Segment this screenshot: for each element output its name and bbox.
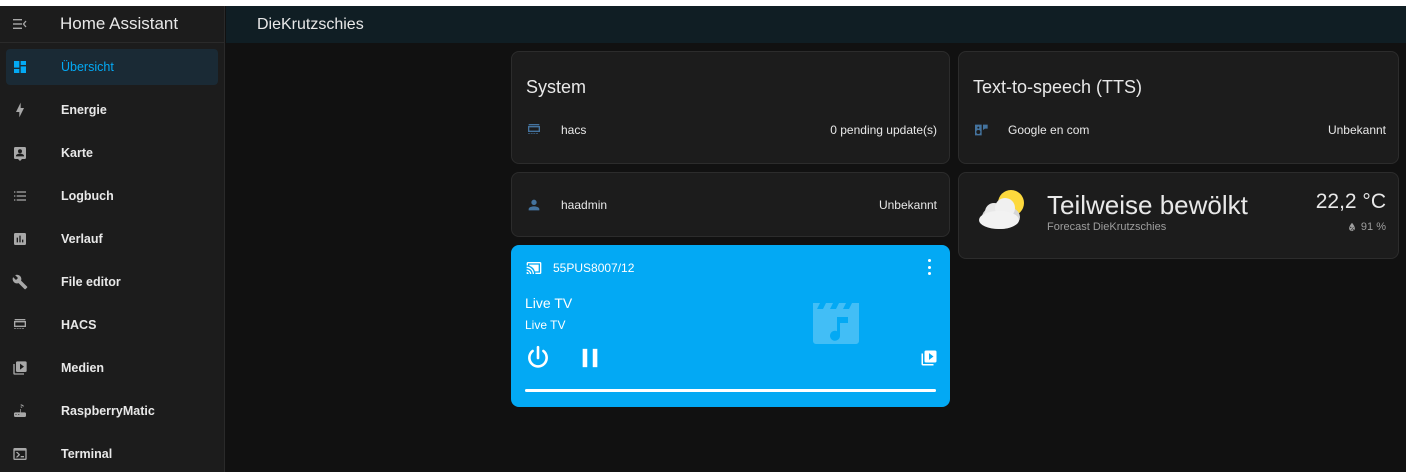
- sidebar-header: Home Assistant: [0, 6, 224, 43]
- history-chart-icon: [6, 221, 34, 257]
- app-title: Home Assistant: [60, 14, 179, 33]
- sidebar-item-label: Verlauf: [61, 232, 103, 246]
- router-icon: [6, 393, 34, 429]
- account-icon: [526, 197, 542, 213]
- console-icon: [6, 436, 34, 472]
- card-title: System: [526, 77, 587, 97]
- sidebar-item-hacs[interactable]: HACS: [6, 307, 218, 343]
- sidebar-item-label: Übersicht: [61, 60, 114, 74]
- wrench-icon: [6, 264, 34, 300]
- sidebar-item-file-editor[interactable]: File editor: [6, 264, 218, 300]
- map-icon: [6, 135, 34, 171]
- cast-icon: [525, 260, 543, 281]
- logbook-icon: [6, 178, 34, 214]
- more-options-icon[interactable]: [924, 259, 934, 275]
- weather-entity-name: Forecast DieKrutzschies: [1047, 221, 1167, 233]
- media-progress-bar[interactable]: [525, 389, 936, 392]
- speaker-message-icon: [973, 122, 989, 138]
- video-music-icon: [809, 297, 867, 345]
- entity-row-google-tts[interactable]: Google en com Unbekannt: [973, 122, 1386, 138]
- weather-condition: Teilweise bewölkt: [1047, 190, 1248, 220]
- sidebar-item-label: Logbuch: [61, 189, 114, 203]
- tts-card: Text-to-speech (TTS) Google en com Unbek…: [958, 51, 1399, 164]
- sidebar-item-label: Medien: [61, 361, 105, 375]
- entity-row-hacs[interactable]: hacs 0 pending update(s): [526, 122, 937, 138]
- sidebar-item-verlauf[interactable]: Verlauf: [6, 221, 218, 257]
- sidebar-item-label: File editor: [61, 275, 121, 289]
- entity-row-haadmin[interactable]: haadmin Unbekannt: [526, 197, 937, 213]
- media-play-box-icon: [6, 350, 34, 386]
- media-title: Live TV: [525, 295, 573, 311]
- media-control-card[interactable]: 55PUS8007/12 Live TV Live TV: [511, 245, 950, 407]
- card-title: Text-to-speech (TTS): [973, 77, 1143, 97]
- hacs-icon: [6, 307, 34, 343]
- media-progress-fill: [525, 389, 936, 392]
- entity-name: hacs: [561, 123, 587, 137]
- entity-state: Unbekannt: [1327, 123, 1386, 137]
- entity-state: Unbekannt: [878, 198, 937, 212]
- sidebar-item-karte[interactable]: Karte: [6, 135, 218, 171]
- dashboard-title: DieKrutzschies: [257, 15, 364, 33]
- lightning-icon: [6, 92, 34, 128]
- sidebar-item-terminal[interactable]: Terminal: [6, 436, 218, 472]
- entity-name: Google en com: [1008, 123, 1090, 137]
- entity-state: 0 pending update(s): [830, 123, 937, 137]
- sidebar-item-uebersicht[interactable]: Übersicht: [6, 49, 218, 85]
- sidebar-item-label: RaspberryMatic: [61, 404, 155, 418]
- humidity-value: 91 %: [1360, 221, 1386, 233]
- sidebar-item-label: Terminal: [61, 447, 113, 461]
- sidebar-item-medien[interactable]: Medien: [6, 350, 218, 386]
- system-card: System hacs 0 pending update(s): [511, 51, 950, 164]
- sidebar-item-label: Energie: [61, 103, 107, 117]
- partly-cloudy-icon: [977, 186, 1029, 232]
- hacs-icon: [526, 122, 542, 138]
- sidebar-item-logbuch[interactable]: Logbuch: [6, 178, 218, 214]
- media-browse-icon[interactable]: [920, 349, 938, 367]
- sidebar-item-energie[interactable]: Energie: [6, 92, 218, 128]
- media-device-name: 55PUS8007/12: [553, 261, 635, 275]
- weather-humidity: 91 %: [1347, 221, 1386, 233]
- entity-name: haadmin: [561, 198, 608, 212]
- sidebar: Home Assistant Übersicht Energie Karte L: [0, 6, 225, 472]
- sidebar-item-label: Karte: [61, 146, 93, 160]
- weather-card[interactable]: Teilweise bewölkt Forecast DieKrutzschie…: [958, 172, 1399, 259]
- top-app-bar: DieKrutzschies: [226, 6, 1406, 43]
- sidebar-item-raspberrymatic[interactable]: RaspberryMatic: [6, 393, 218, 429]
- media-subtitle: Live TV: [525, 318, 566, 332]
- sidebar-item-label: HACS: [61, 318, 97, 332]
- dashboard-icon: [6, 49, 34, 85]
- menu-collapse-icon[interactable]: [0, 6, 40, 43]
- user-card: haadmin Unbekannt: [511, 172, 950, 237]
- weather-temperature: 22,2 °C: [1315, 190, 1386, 213]
- power-button[interactable]: [525, 345, 551, 371]
- pause-button[interactable]: [579, 347, 601, 369]
- home-assistant-app: Home Assistant Übersicht Energie Karte L: [0, 6, 1406, 472]
- water-percent-icon: [1349, 222, 1355, 232]
